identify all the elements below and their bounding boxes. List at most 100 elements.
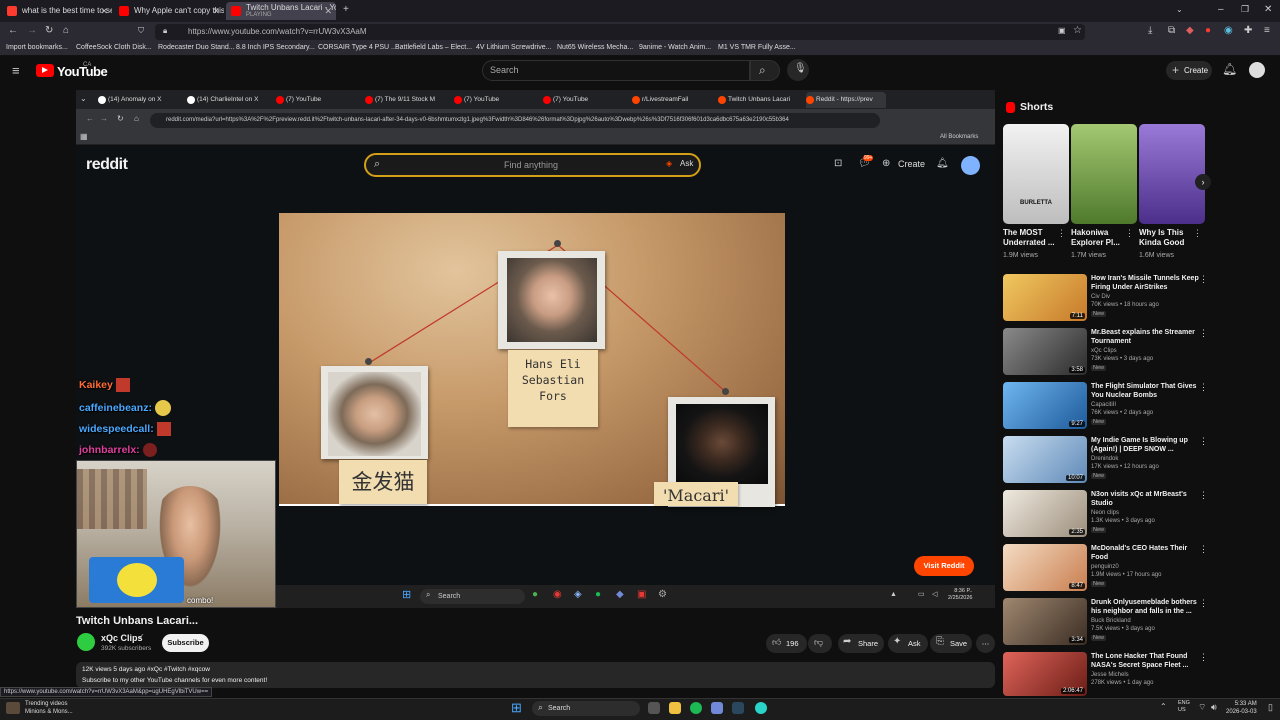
browser-tab[interactable]: what is the best time to see th ✕: [2, 2, 112, 20]
video-title[interactable]: Drunk Onlyusemeblade bothers his neighbo…: [1091, 598, 1201, 616]
subscribe-button[interactable]: Subscribe: [162, 634, 209, 652]
forward-icon[interactable]: →: [27, 26, 37, 36]
more-vert-icon[interactable]: ⋮: [1199, 544, 1208, 555]
more-vert-icon[interactable]: ⋮: [1125, 229, 1134, 238]
recommended-video[interactable]: 3:58 Mr.Beast explains the Streamer Tour…: [1003, 328, 1208, 378]
video-thumbnail[interactable]: 2:35: [1003, 490, 1087, 537]
maximize-icon[interactable]: ❐: [1241, 5, 1249, 14]
recommended-video[interactable]: 3:34 Drunk Onlyusemeblade bothers his ne…: [1003, 598, 1208, 648]
bookmark-item[interactable]: 8.8 Inch IPS Secondary...: [236, 44, 315, 51]
video-title[interactable]: How Iran's Missile Tunnels Keep Firing U…: [1091, 274, 1201, 292]
discord-icon[interactable]: [711, 702, 723, 714]
extension-icon[interactable]: ◆: [1186, 26, 1194, 36]
channel-name[interactable]: Drenindok: [1091, 456, 1118, 462]
video-thumbnail[interactable]: 2:06:47: [1003, 652, 1087, 696]
bookmark-star-icon[interactable]: ☆: [1073, 26, 1082, 36]
tab-list-icon[interactable]: ⌄: [1176, 6, 1183, 14]
steam-icon[interactable]: [732, 702, 744, 714]
video-thumbnail[interactable]: 7:11: [1003, 274, 1087, 321]
channel-name[interactable]: Buck Brickland: [1091, 618, 1131, 624]
channel-avatar[interactable]: [77, 633, 95, 651]
channel-name[interactable]: xQc Clips: [1091, 348, 1117, 354]
recommended-video[interactable]: 9:27 The Flight Simulator That Gives You…: [1003, 382, 1208, 432]
home-icon[interactable]: ⌂: [63, 26, 69, 36]
new-tab-icon[interactable]: +: [343, 5, 349, 15]
shield-icon[interactable]: ⛉: [138, 27, 144, 35]
spotify-icon[interactable]: [690, 702, 702, 714]
bookmark-item[interactable]: M1 VS TMR Fully Asse...: [718, 44, 796, 51]
more-vert-icon[interactable]: ⋮: [1193, 229, 1202, 238]
short-thumbnail[interactable]: [1139, 124, 1205, 224]
browser-icon[interactable]: [755, 702, 767, 714]
close-tab-icon[interactable]: ✕: [324, 2, 332, 20]
video-title[interactable]: McDonald's CEO Hates Their Food: [1091, 544, 1201, 562]
channel-name[interactable]: xQc Clips: [101, 633, 143, 643]
video-thumbnail[interactable]: 10:07: [1003, 436, 1087, 483]
library-icon[interactable]: ⧉: [1168, 26, 1175, 36]
tray-chevron-icon[interactable]: ⌃: [1160, 703, 1167, 711]
more-vert-icon[interactable]: ⋮: [1057, 229, 1066, 238]
more-actions-button[interactable]: ⋯: [976, 634, 995, 653]
bookmark-item[interactable]: 9anime - Watch Anim...: [639, 44, 711, 51]
language-indicator[interactable]: ENG US: [1178, 700, 1190, 714]
close-tab-icon[interactable]: ✕: [100, 2, 108, 20]
volume-icon[interactable]: 🔊︎: [1211, 703, 1217, 712]
bookmark-item[interactable]: Battlefield Labs – Elect...: [395, 44, 472, 51]
task-view-icon[interactable]: [648, 702, 660, 714]
more-vert-icon[interactable]: ⋮: [1199, 274, 1208, 285]
more-vert-icon[interactable]: ⋮: [1199, 652, 1208, 663]
bookmark-item[interactable]: 4V Lithium Screwdrive...: [476, 44, 551, 51]
back-icon[interactable]: ←: [8, 26, 18, 36]
extensions-puzzle-icon[interactable]: ✚: [1244, 26, 1252, 36]
browser-tab[interactable]: Why Apple can't copy this Sams ✕: [114, 2, 224, 20]
menu-icon[interactable]: ≡: [1264, 26, 1270, 36]
short-title[interactable]: The MOST Underrated ...: [1003, 228, 1061, 248]
bookmark-item[interactable]: Nut65 Wireless Mecha...: [557, 44, 633, 51]
shorts-next-icon[interactable]: ›: [1195, 174, 1211, 190]
file-explorer-icon[interactable]: [669, 702, 681, 714]
recommended-video[interactable]: 8:47 McDonald's CEO Hates Their Food pen…: [1003, 544, 1208, 594]
recommended-video[interactable]: 7:11 How Iran's Missile Tunnels Keep Fir…: [1003, 274, 1208, 324]
video-thumbnail[interactable]: 8:47: [1003, 544, 1087, 591]
download-icon[interactable]: ⤓: [1148, 26, 1152, 36]
bookmark-item[interactable]: Import bookmarks...: [6, 44, 68, 51]
avatar[interactable]: [1249, 62, 1265, 78]
bookmark-item[interactable]: Rodecaster Duo Stand...: [158, 44, 235, 51]
short-thumbnail[interactable]: [1071, 124, 1137, 224]
taskbar-clock[interactable]: 5:33 AM 2026-03-03: [1226, 700, 1257, 716]
trending-thumbnail[interactable]: [6, 702, 20, 714]
recommended-video[interactable]: 2:35 N3on visits xQc at MrBeast's Studio…: [1003, 490, 1208, 540]
hamburger-menu-icon[interactable]: ≡: [12, 64, 20, 77]
widgets-button[interactable]: Trending videos Minions & Mons...: [25, 700, 73, 716]
channel-name[interactable]: penguinz0: [1091, 564, 1119, 570]
close-tab-icon[interactable]: ✕: [212, 2, 220, 20]
extension-icon[interactable]: ●: [1205, 26, 1211, 36]
more-vert-icon[interactable]: ⋮: [1199, 328, 1208, 339]
minimize-icon[interactable]: –: [1218, 5, 1224, 15]
taskbar-search[interactable]: Search: [532, 701, 640, 716]
windows-start-icon[interactable]: ⊞: [511, 701, 522, 714]
video-title[interactable]: The Flight Simulator That Gives You Nucl…: [1091, 382, 1201, 400]
search-input[interactable]: [482, 60, 750, 81]
channel-name[interactable]: Civ Div: [1091, 294, 1110, 300]
video-thumbnail[interactable]: 3:34: [1003, 598, 1087, 645]
video-title[interactable]: N3on visits xQc at MrBeast's Studio: [1091, 490, 1201, 508]
short-title[interactable]: Hakoniwa Explorer Pl...: [1071, 228, 1129, 248]
more-vert-icon[interactable]: ⋮: [1199, 490, 1208, 501]
video-title[interactable]: My Indie Game Is Blowing up (Again!) | D…: [1091, 436, 1201, 454]
recommended-video[interactable]: 10:07 My Indie Game Is Blowing up (Again…: [1003, 436, 1208, 486]
video-title[interactable]: Mr.Beast explains the Streamer Tournamen…: [1091, 328, 1201, 346]
reload-icon[interactable]: ↻: [45, 26, 53, 36]
short-title[interactable]: Why Is This Kinda Good: [1139, 228, 1197, 248]
video-thumbnail[interactable]: 9:27: [1003, 382, 1087, 429]
bookmark-item[interactable]: CORSAIR Type 4 PSU ...: [318, 44, 397, 51]
video-title[interactable]: The Lone Hacker That Found NASA's Secret…: [1091, 652, 1201, 670]
more-vert-icon[interactable]: ⋮: [1199, 436, 1208, 447]
channel-name[interactable]: Neon clips: [1091, 510, 1119, 516]
channel-name[interactable]: Jesse Michels: [1091, 672, 1129, 678]
recommended-video[interactable]: 2:06:47 The Lone Hacker That Found NASA'…: [1003, 652, 1208, 696]
notifications-icon[interactable]: ▯: [1268, 703, 1273, 712]
pip-icon[interactable]: ▣: [1058, 27, 1066, 35]
bookmark-item[interactable]: CoffeeSock Cloth Disk...: [76, 44, 152, 51]
description-box[interactable]: [76, 662, 995, 688]
